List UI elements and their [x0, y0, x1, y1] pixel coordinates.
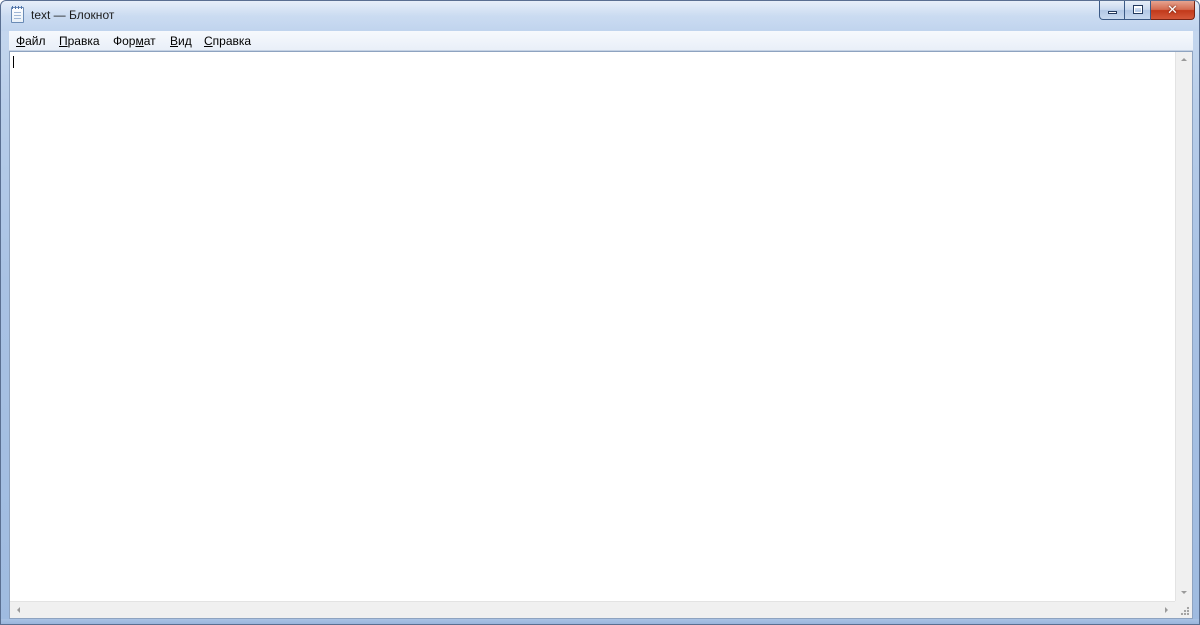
horizontal-scrollbar[interactable] [10, 601, 1175, 618]
menu-edit[interactable]: Правка [59, 34, 100, 48]
menu-edit-mnemonic: П [59, 34, 68, 48]
menu-view-label: ид [178, 34, 192, 48]
scroll-up-icon[interactable] [1181, 58, 1187, 61]
title-bar[interactable]: text — Блокнот ✕ [1, 1, 1199, 31]
size-grip[interactable] [1175, 601, 1192, 618]
minimize-button[interactable] [1099, 1, 1125, 20]
window-title: text — Блокнот [31, 8, 115, 22]
menu-help-mnemonic: С [204, 34, 213, 48]
menu-file[interactable]: Файл [16, 34, 46, 48]
close-button[interactable]: ✕ [1151, 1, 1195, 20]
close-icon: ✕ [1167, 2, 1178, 17]
scroll-down-icon[interactable] [1181, 591, 1187, 594]
menu-help-label: правка [212, 34, 252, 48]
text-caret [13, 56, 14, 68]
editor-frame [9, 51, 1193, 619]
menu-bar: Файл Правка Формат Вид Справка [9, 31, 1193, 51]
text-editor-area[interactable] [10, 52, 1175, 601]
scroll-right-icon[interactable] [1165, 607, 1168, 613]
menu-file-label: айл [25, 34, 46, 48]
maximize-button[interactable] [1125, 1, 1151, 20]
window-bottom-border [1, 619, 1199, 624]
notepad-icon[interactable] [11, 6, 24, 23]
menu-file-mnemonic: Ф [16, 34, 26, 48]
caption-buttons: ✕ [1099, 1, 1195, 21]
menu-format[interactable]: Формат [113, 34, 156, 48]
menu-help[interactable]: Справка [204, 34, 251, 48]
menu-view-mnemonic: В [170, 34, 179, 48]
maximize-icon [1133, 5, 1143, 14]
menu-format-label-end: ат [143, 34, 156, 48]
minimize-icon [1108, 11, 1117, 14]
notepad-window: text — Блокнот ✕ Файл Правка Формат Вид … [0, 0, 1200, 625]
menu-edit-label: равка [67, 34, 100, 48]
resize-grip-icon [1180, 606, 1189, 615]
vertical-scrollbar[interactable] [1175, 52, 1192, 601]
menu-format-mnemonic: м [135, 34, 144, 48]
menu-view[interactable]: Вид [170, 34, 192, 48]
scroll-left-icon[interactable] [17, 607, 20, 613]
menu-format-label-start: Фор [113, 34, 136, 48]
